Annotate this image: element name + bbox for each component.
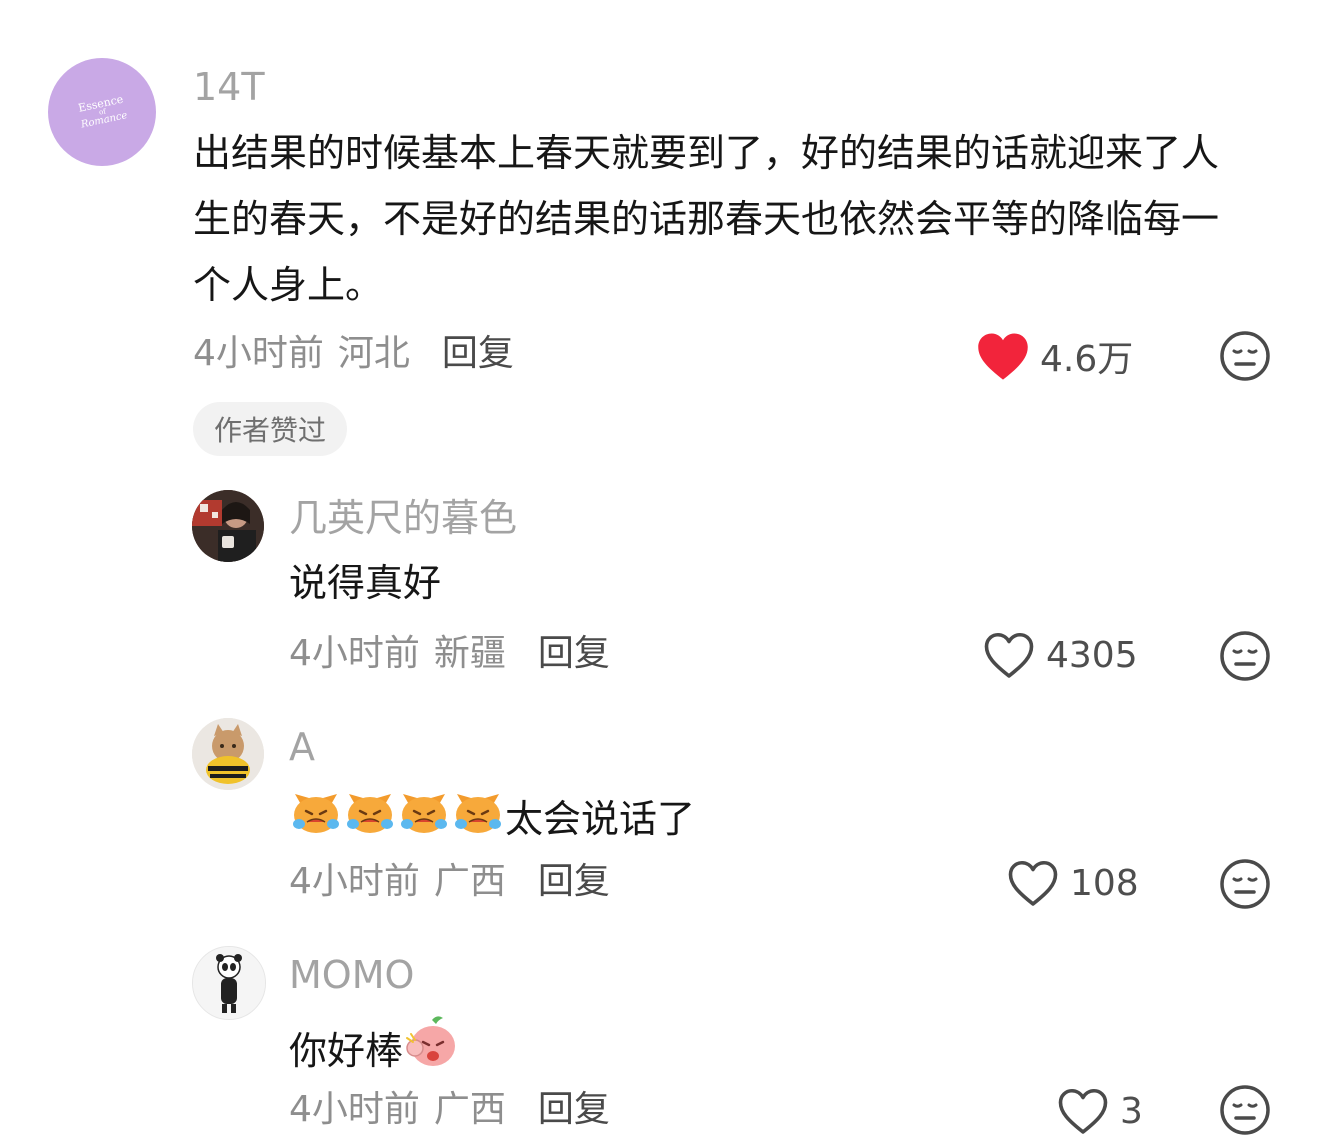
avatar-logo: Essence of Romance [76,92,128,131]
comment-meta: 4小时前 新疆 回复 [289,632,610,676]
neutral-face-icon [1220,1085,1270,1135]
peach-thumbs-up-emoji [406,1016,456,1066]
username[interactable]: MOMO [289,952,414,998]
like-count: 4.6万 [1040,339,1134,380]
comment-text-row: 你好棒 [289,1012,461,1079]
comment-meta: 4小时前 河北 回复 [193,332,514,376]
heart-filled-icon [978,333,1028,380]
comment-text-row: 太会说话了 [289,784,695,847]
like-count: 108 [1070,862,1139,904]
reply-button[interactable]: 回复 [538,632,610,676]
dislike-button[interactable] [1219,1084,1271,1140]
heart-outline-icon [1008,860,1058,906]
heart-outline-icon [984,632,1034,678]
avatar-panda [193,947,265,1019]
avatar[interactable]: Essence of Romance [48,58,156,166]
avatar[interactable] [192,946,266,1020]
neutral-face-icon [1220,331,1270,381]
crying-cat-emoji [455,794,501,833]
username[interactable]: A [289,724,315,770]
like-count: 3 [1120,1090,1143,1132]
reply-button[interactable]: 回复 [538,860,610,904]
comment-text: 太会说话了 [505,797,696,841]
username[interactable]: 14T [193,64,265,110]
avatar[interactable] [192,490,264,562]
neutral-face-icon [1220,631,1270,681]
crying-cat-emoji [401,794,447,833]
comment-location: 新疆 [433,633,506,674]
crying-cat-emoji [293,794,339,833]
comment-meta: 4小时前 广西 回复 [289,860,610,904]
avatar-photo [192,490,264,562]
username[interactable]: 几英尺的暮色 [289,495,517,541]
author-liked-badge: 作者赞过 [193,402,347,456]
comment-time: 4小时前 [289,633,420,674]
avatar[interactable] [192,718,264,790]
comment-text: 出结果的时候基本上春天就要到了，好的结果的话就迎来了人生的春天，不是好的结果的话… [193,131,1220,307]
like-count: 4305 [1046,634,1138,676]
like-button[interactable]: 4305 [982,630,1138,680]
dislike-button[interactable] [1219,330,1271,386]
dislike-button[interactable] [1219,630,1271,686]
reply-button[interactable]: 回复 [538,1088,610,1132]
reply-button[interactable]: 回复 [442,332,514,376]
dislike-button[interactable] [1219,858,1271,914]
comment-time: 4小时前 [193,333,324,374]
comment-location: 河北 [337,333,410,374]
comment-location: 广西 [433,861,506,902]
avatar-cat-bee [192,718,264,790]
comment-text: 说得真好 [289,561,442,605]
like-button[interactable]: 4.6万 [976,330,1133,382]
like-button[interactable]: 108 [1006,858,1139,908]
comment-meta: 4小时前 广西 回复 [289,1088,610,1132]
neutral-face-icon [1220,859,1270,909]
comment-text: 你好棒 [289,1029,404,1073]
comment-time: 4小时前 [289,1089,420,1130]
comment-time: 4小时前 [289,861,420,902]
crying-cat-emoji [347,794,393,833]
like-button[interactable]: 3 [1056,1086,1143,1136]
comment-location: 广西 [433,1089,506,1130]
heart-outline-icon [1058,1088,1108,1134]
